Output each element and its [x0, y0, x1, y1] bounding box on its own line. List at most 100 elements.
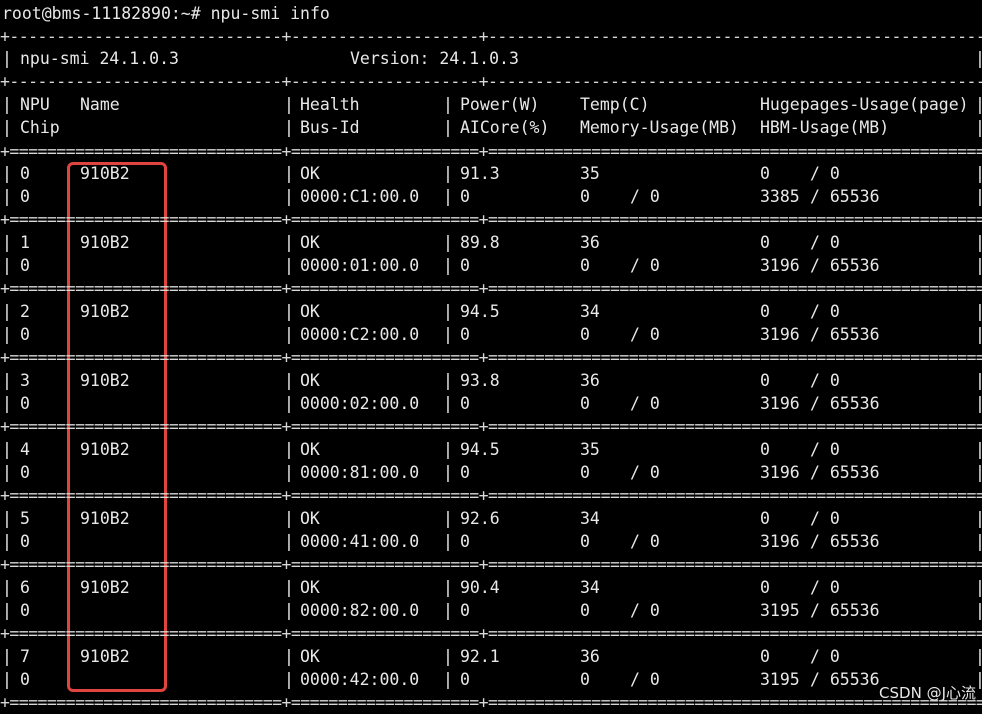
npu-temp: 36: [580, 647, 600, 666]
table-separator: +=============================+=========…: [0, 693, 982, 712]
memory-total: / 0: [630, 187, 660, 206]
column-divider: |: [443, 647, 453, 666]
hugepages-used: 0: [760, 164, 770, 183]
terminal-window[interactable]: root@bms-11182890:~# npu-smi info CSDN @…: [0, 0, 982, 712]
table-separator: +=============================+=========…: [0, 417, 982, 436]
aicore-usage: 0: [460, 394, 470, 413]
hbm-used: 3196: [760, 394, 800, 413]
column-divider: |: [284, 670, 294, 689]
npu-id: 7: [20, 647, 30, 666]
hugepages-total: / 0: [810, 578, 840, 597]
table-separator: +=============================+=========…: [0, 279, 982, 298]
column-divider: |: [2, 532, 12, 551]
memory-used: 0: [580, 532, 590, 551]
npu-health: OK: [300, 233, 320, 252]
npu-temp: 36: [580, 371, 600, 390]
npu-name: 910B2: [80, 371, 130, 390]
column-divider: |: [284, 394, 294, 413]
column-divider: |: [443, 670, 453, 689]
npu-power: 94.5: [460, 440, 500, 459]
hugepages-total: / 0: [810, 509, 840, 528]
column-divider: |: [443, 164, 453, 183]
npu-health: OK: [300, 440, 320, 459]
column-divider: |: [284, 164, 294, 183]
column-divider: |: [2, 164, 12, 183]
npu-temp: 34: [580, 509, 600, 528]
memory-total: / 0: [630, 325, 660, 344]
column-divider: |: [975, 118, 982, 137]
column-divider: |: [2, 256, 12, 275]
hugepages-total: / 0: [810, 647, 840, 666]
column-divider: |: [975, 325, 982, 344]
column-divider: |: [975, 394, 982, 413]
hugepages-used: 0: [760, 233, 770, 252]
npu-temp: 36: [580, 233, 600, 252]
memory-used: 0: [580, 187, 590, 206]
chip-id: 0: [20, 325, 30, 344]
hugepages-total: / 0: [810, 164, 840, 183]
column-divider: |: [975, 164, 982, 183]
npu-name: 910B2: [80, 302, 130, 321]
column-divider: |: [2, 95, 12, 114]
npu-health: OK: [300, 647, 320, 666]
column-divider: |: [284, 532, 294, 551]
column-divider: |: [975, 463, 982, 482]
column-divider: |: [975, 233, 982, 252]
aicore-usage: 0: [460, 325, 470, 344]
hugepages-total: / 0: [810, 233, 840, 252]
column-divider: |: [443, 325, 453, 344]
column-divider: |: [2, 578, 12, 597]
column-divider: |: [2, 325, 12, 344]
command-line: root@bms-11182890:~# npu-smi info: [0, 2, 330, 25]
column-divider: |: [975, 601, 982, 620]
column-divider: |: [975, 371, 982, 390]
column-divider: |: [2, 371, 12, 390]
column-divider: |: [975, 578, 982, 597]
hbm-used: 3196: [760, 463, 800, 482]
bus-id: 0000:82:00.0: [300, 601, 420, 620]
chip-id: 0: [20, 256, 30, 275]
aicore-usage: 0: [460, 187, 470, 206]
column-divider: |: [443, 256, 453, 275]
column-divider: |: [975, 302, 982, 321]
npu-power: 93.8: [460, 371, 500, 390]
bus-id: 0000:81:00.0: [300, 463, 420, 482]
npu-name: 910B2: [80, 578, 130, 597]
hugepages-used: 0: [760, 647, 770, 666]
hugepages-used: 0: [760, 371, 770, 390]
hugepages-used: 0: [760, 578, 770, 597]
npu-power: 92.6: [460, 509, 500, 528]
hbm-used: 3385: [760, 187, 800, 206]
column-divider: |: [443, 463, 453, 482]
column-divider: |: [284, 233, 294, 252]
npu-name: 910B2: [80, 164, 130, 183]
driver-version: Version: 24.1.0.3: [350, 49, 519, 68]
hbm-total: / 65536: [810, 187, 880, 206]
column-divider: |: [443, 371, 453, 390]
tool-version: npu-smi 24.1.0.3: [20, 49, 179, 68]
npu-temp: 35: [580, 164, 600, 183]
chip-id: 0: [20, 601, 30, 620]
column-divider: |: [284, 440, 294, 459]
aicore-usage: 0: [460, 256, 470, 275]
column-divider: |: [2, 187, 12, 206]
memory-total: / 0: [630, 601, 660, 620]
column-divider: |: [284, 371, 294, 390]
column-divider: |: [2, 233, 12, 252]
hbm-total: / 65536: [810, 463, 880, 482]
table-separator: +-----------------------------+---------…: [0, 27, 982, 46]
table-separator: +=============================+=========…: [0, 555, 982, 574]
column-divider: |: [2, 647, 12, 666]
bus-id: 0000:02:00.0: [300, 394, 420, 413]
chip-id: 0: [20, 670, 30, 689]
hbm-total: / 65536: [810, 601, 880, 620]
column-divider: |: [975, 509, 982, 528]
memory-total: / 0: [630, 256, 660, 275]
hbm-total: / 65536: [810, 394, 880, 413]
shell-prompt: root@bms-11182890:~# npu-smi info: [2, 4, 330, 23]
column-divider: |: [284, 325, 294, 344]
npu-id: 4: [20, 440, 30, 459]
table-separator: +=============================+=========…: [0, 142, 982, 161]
column-divider: |: [443, 578, 453, 597]
header-busid: Bus-Id: [300, 118, 360, 137]
